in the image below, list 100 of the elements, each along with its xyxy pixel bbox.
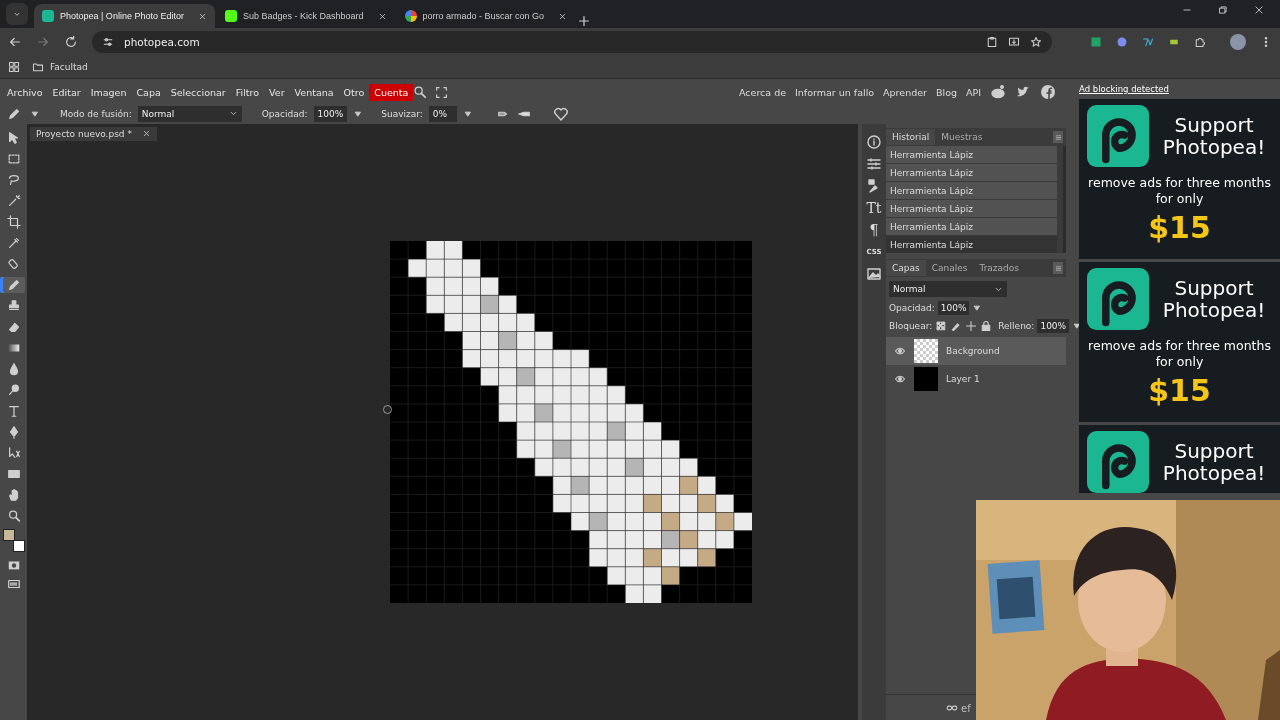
history-item[interactable]: Herramienta Lápiz bbox=[886, 146, 1057, 163]
close-icon[interactable] bbox=[141, 129, 151, 138]
extension-icon[interactable] bbox=[1142, 36, 1154, 48]
photopea-logo-icon bbox=[1087, 268, 1149, 330]
tool-button[interactable] bbox=[2, 277, 25, 293]
opacity-field[interactable]: 100% bbox=[313, 105, 348, 122]
eye-icon[interactable] bbox=[894, 373, 906, 385]
panel-tab[interactable]: Muestras bbox=[935, 129, 989, 145]
image-icon[interactable] bbox=[866, 266, 882, 282]
blend-mode-dropdown[interactable]: Normal bbox=[137, 105, 242, 122]
heart-icon[interactable] bbox=[552, 105, 569, 122]
bookmark-folder[interactable]: Facultad bbox=[32, 61, 88, 73]
close-icon[interactable] bbox=[1254, 5, 1264, 15]
header-link[interactable]: API bbox=[965, 86, 981, 98]
menu-item[interactable]: Otro bbox=[338, 83, 370, 101]
history-item[interactable]: Herramienta Lápiz bbox=[886, 200, 1057, 217]
lock-position-icon[interactable] bbox=[965, 320, 978, 332]
history-item[interactable]: Herramienta Lápiz bbox=[886, 182, 1057, 199]
caret-icon[interactable] bbox=[462, 108, 473, 119]
document-tab[interactable]: Proyecto nuevo.psd * bbox=[30, 127, 157, 141]
ad-banner[interactable]: Support Photopea! remove ads for three months for only $15 bbox=[1079, 99, 1280, 259]
menu-item[interactable]: Seleccionar bbox=[165, 83, 231, 101]
back-arrow-icon[interactable] bbox=[8, 35, 22, 49]
extension-icon[interactable] bbox=[1090, 36, 1102, 48]
fill-field[interactable]: 100% bbox=[1037, 319, 1070, 333]
panel-menu-button[interactable] bbox=[1053, 262, 1063, 274]
restore-icon[interactable] bbox=[1218, 5, 1228, 15]
menu-item[interactable]: Ver bbox=[264, 83, 290, 101]
browser-tab[interactable]: porro armado - Buscar con Go bbox=[396, 4, 576, 28]
browser-tab[interactable]: Photopea | Online Photo Editor bbox=[34, 4, 215, 28]
layer-row[interactable]: Background bbox=[886, 337, 1066, 365]
lock-transparency-icon[interactable] bbox=[935, 320, 948, 332]
foreground-color-swatch[interactable] bbox=[2, 529, 15, 541]
fullscreen-icon[interactable] bbox=[435, 85, 449, 99]
close-tab-icon[interactable] bbox=[197, 11, 207, 21]
lock-icon[interactable] bbox=[980, 320, 993, 332]
fill-label: Relleno: bbox=[998, 321, 1035, 331]
search-icon[interactable] bbox=[413, 85, 428, 99]
smoothing-field[interactable]: 0% bbox=[428, 105, 457, 122]
profile-avatar[interactable] bbox=[1230, 34, 1246, 50]
crop-tool-icon bbox=[6, 215, 21, 229]
ad-banner[interactable]: Support Photopea! bbox=[1079, 425, 1280, 493]
close-tab-icon[interactable] bbox=[558, 11, 568, 21]
eye-icon[interactable] bbox=[894, 345, 906, 357]
history-item[interactable]: Herramienta Lápiz bbox=[886, 218, 1057, 235]
caret-icon[interactable] bbox=[30, 108, 40, 119]
reddit-icon[interactable] bbox=[990, 84, 1006, 100]
info-icon[interactable] bbox=[866, 134, 882, 150]
reload-icon[interactable] bbox=[64, 35, 78, 49]
header-link[interactable]: Informar un fallo bbox=[795, 86, 875, 98]
layer-blend-dropdown[interactable]: Normal bbox=[889, 281, 1007, 297]
install-app-icon[interactable] bbox=[1008, 36, 1020, 48]
panel-tab[interactable]: Historial bbox=[886, 129, 936, 145]
panel-dock-button[interactable]: ¶ bbox=[869, 222, 879, 238]
menu-item[interactable]: Cuenta bbox=[369, 83, 414, 101]
effects-button[interactable]: ef bbox=[961, 702, 971, 714]
header-link[interactable]: Acerca de bbox=[739, 86, 787, 98]
facebook-icon[interactable] bbox=[1040, 84, 1056, 100]
ad-banner[interactable]: Support Photopea! remove ads for three months for only $15 bbox=[1079, 262, 1280, 422]
site-settings-icon[interactable] bbox=[102, 36, 114, 48]
new-tab-icon[interactable] bbox=[577, 14, 592, 28]
caret-icon[interactable] bbox=[353, 108, 364, 119]
caret-icon[interactable] bbox=[972, 303, 983, 313]
ad-blocking-link[interactable]: Ad blocking detected bbox=[1079, 84, 1280, 94]
menu-item[interactable]: Ventana bbox=[289, 83, 339, 101]
puzzle-icon[interactable] bbox=[1194, 36, 1206, 48]
header-link[interactable]: Aprender bbox=[883, 86, 927, 98]
menu-item[interactable]: Capa bbox=[131, 83, 166, 101]
layer-thumbnail bbox=[914, 339, 938, 363]
panel-menu-button[interactable] bbox=[1053, 131, 1063, 143]
address-bar[interactable]: photopea.com bbox=[92, 31, 1052, 53]
panel-tab[interactable]: Capas bbox=[886, 260, 926, 276]
menu-item[interactable]: Archivo bbox=[2, 83, 48, 101]
browser-tab[interactable]: Sub Badges - Kick Dashboard bbox=[216, 4, 395, 28]
extension-icon[interactable] bbox=[1116, 36, 1128, 48]
background-color-swatch[interactable] bbox=[12, 540, 25, 552]
close-tab-icon[interactable] bbox=[377, 11, 387, 21]
apps-grid-icon[interactable] bbox=[8, 61, 20, 73]
opacity-label: Opacidad: bbox=[889, 303, 935, 313]
star-icon[interactable] bbox=[1030, 36, 1042, 48]
folder-icon bbox=[32, 61, 44, 73]
panel-tab[interactable]: Canales bbox=[925, 260, 974, 276]
link-icon[interactable] bbox=[946, 702, 958, 714]
layer-row[interactable]: Layer 1 bbox=[886, 365, 1066, 393]
panel-dock-button[interactable]: Tt bbox=[866, 200, 882, 216]
clipboard-icon[interactable] bbox=[986, 36, 998, 48]
move-tool-icon bbox=[6, 131, 21, 145]
screen-mode-icon[interactable] bbox=[6, 577, 21, 591]
opacity-field[interactable]: 100% bbox=[937, 301, 970, 315]
menu-item[interactable]: Filtro bbox=[230, 83, 265, 101]
menu-item[interactable]: Imagen bbox=[85, 83, 132, 101]
blend-mode-label: Modo de fusión: bbox=[60, 108, 132, 119]
history-item[interactable]: Herramienta Lápiz bbox=[886, 236, 1057, 253]
header-link[interactable]: Blog bbox=[935, 86, 957, 98]
panel-tab[interactable]: Trazados bbox=[973, 260, 1025, 276]
sliders-icon[interactable] bbox=[866, 156, 882, 172]
healing-brush-icon bbox=[6, 257, 21, 271]
lock-pixels-icon[interactable] bbox=[950, 320, 963, 332]
history-item[interactable]: Herramienta Lápiz bbox=[886, 164, 1057, 181]
menu-item[interactable]: Editar bbox=[47, 83, 86, 101]
